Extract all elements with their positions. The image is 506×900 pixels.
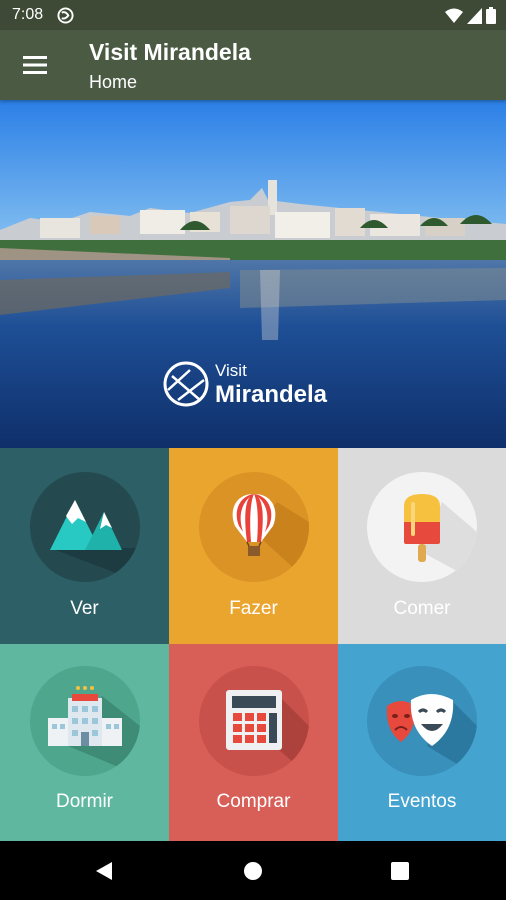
popsicle-icon (404, 494, 477, 582)
app-bar: Visit Mirandela Home (0, 30, 506, 100)
tile-icon-circle (198, 472, 309, 582)
category-grid: Ver Fazer Comer Dormir Comprar Eventos (0, 448, 506, 841)
mountains-icon (49, 500, 140, 582)
tile-ver[interactable]: Ver (0, 448, 169, 644)
status-time: 7:08 (12, 6, 44, 23)
tile-eventos[interactable]: Eventos (338, 644, 506, 841)
tile-label-fazer: Fazer (229, 598, 278, 619)
tile-fazer[interactable]: Fazer (169, 448, 338, 644)
tile-icon-circle (29, 472, 140, 582)
wifi-icon (445, 8, 463, 23)
home-button[interactable] (241, 859, 265, 883)
home-icon (244, 862, 262, 880)
recents-button[interactable] (388, 859, 412, 883)
hero-banner: Visit Mirandela (0, 100, 506, 448)
hero-photo: Visit Mirandela (0, 100, 506, 448)
battery-icon (486, 7, 496, 24)
app-title: Visit Mirandela (89, 39, 251, 65)
tile-icon-circle (367, 472, 477, 582)
calculator-icon (225, 690, 309, 776)
signal-icon (467, 7, 482, 24)
tile-comprar[interactable]: Comprar (169, 644, 338, 841)
back-icon (96, 862, 112, 880)
hot-air-balloon-icon (232, 494, 309, 582)
tile-icon-circle (198, 666, 309, 776)
hero-logo-visit: Visit (215, 361, 247, 380)
hamburger-menu-icon (23, 56, 47, 74)
system-nav-bar (0, 841, 506, 900)
status-bar: 7:08 (0, 0, 506, 30)
back-button[interactable] (92, 859, 116, 883)
tile-icon-circle (367, 666, 477, 776)
hero-logo-mirandela: Mirandela (215, 381, 328, 408)
tile-label-comer: Comer (393, 598, 451, 619)
menu-button[interactable] (14, 47, 56, 83)
tile-label-eventos: Eventos (387, 791, 457, 812)
hotel-icon (47, 686, 140, 776)
app-subtitle: Home (89, 72, 138, 92)
status-icons (445, 7, 496, 24)
theater-masks-icon (386, 694, 477, 776)
tile-label-ver: Ver (70, 598, 99, 619)
tile-comer[interactable]: Comer (338, 448, 506, 644)
app-notification-icon (57, 7, 74, 24)
tile-label-comprar: Comprar (216, 791, 291, 812)
tile-label-dormir: Dormir (56, 791, 113, 812)
tile-icon-circle (29, 666, 140, 776)
recents-icon (391, 862, 409, 880)
tile-dormir[interactable]: Dormir (0, 644, 169, 841)
